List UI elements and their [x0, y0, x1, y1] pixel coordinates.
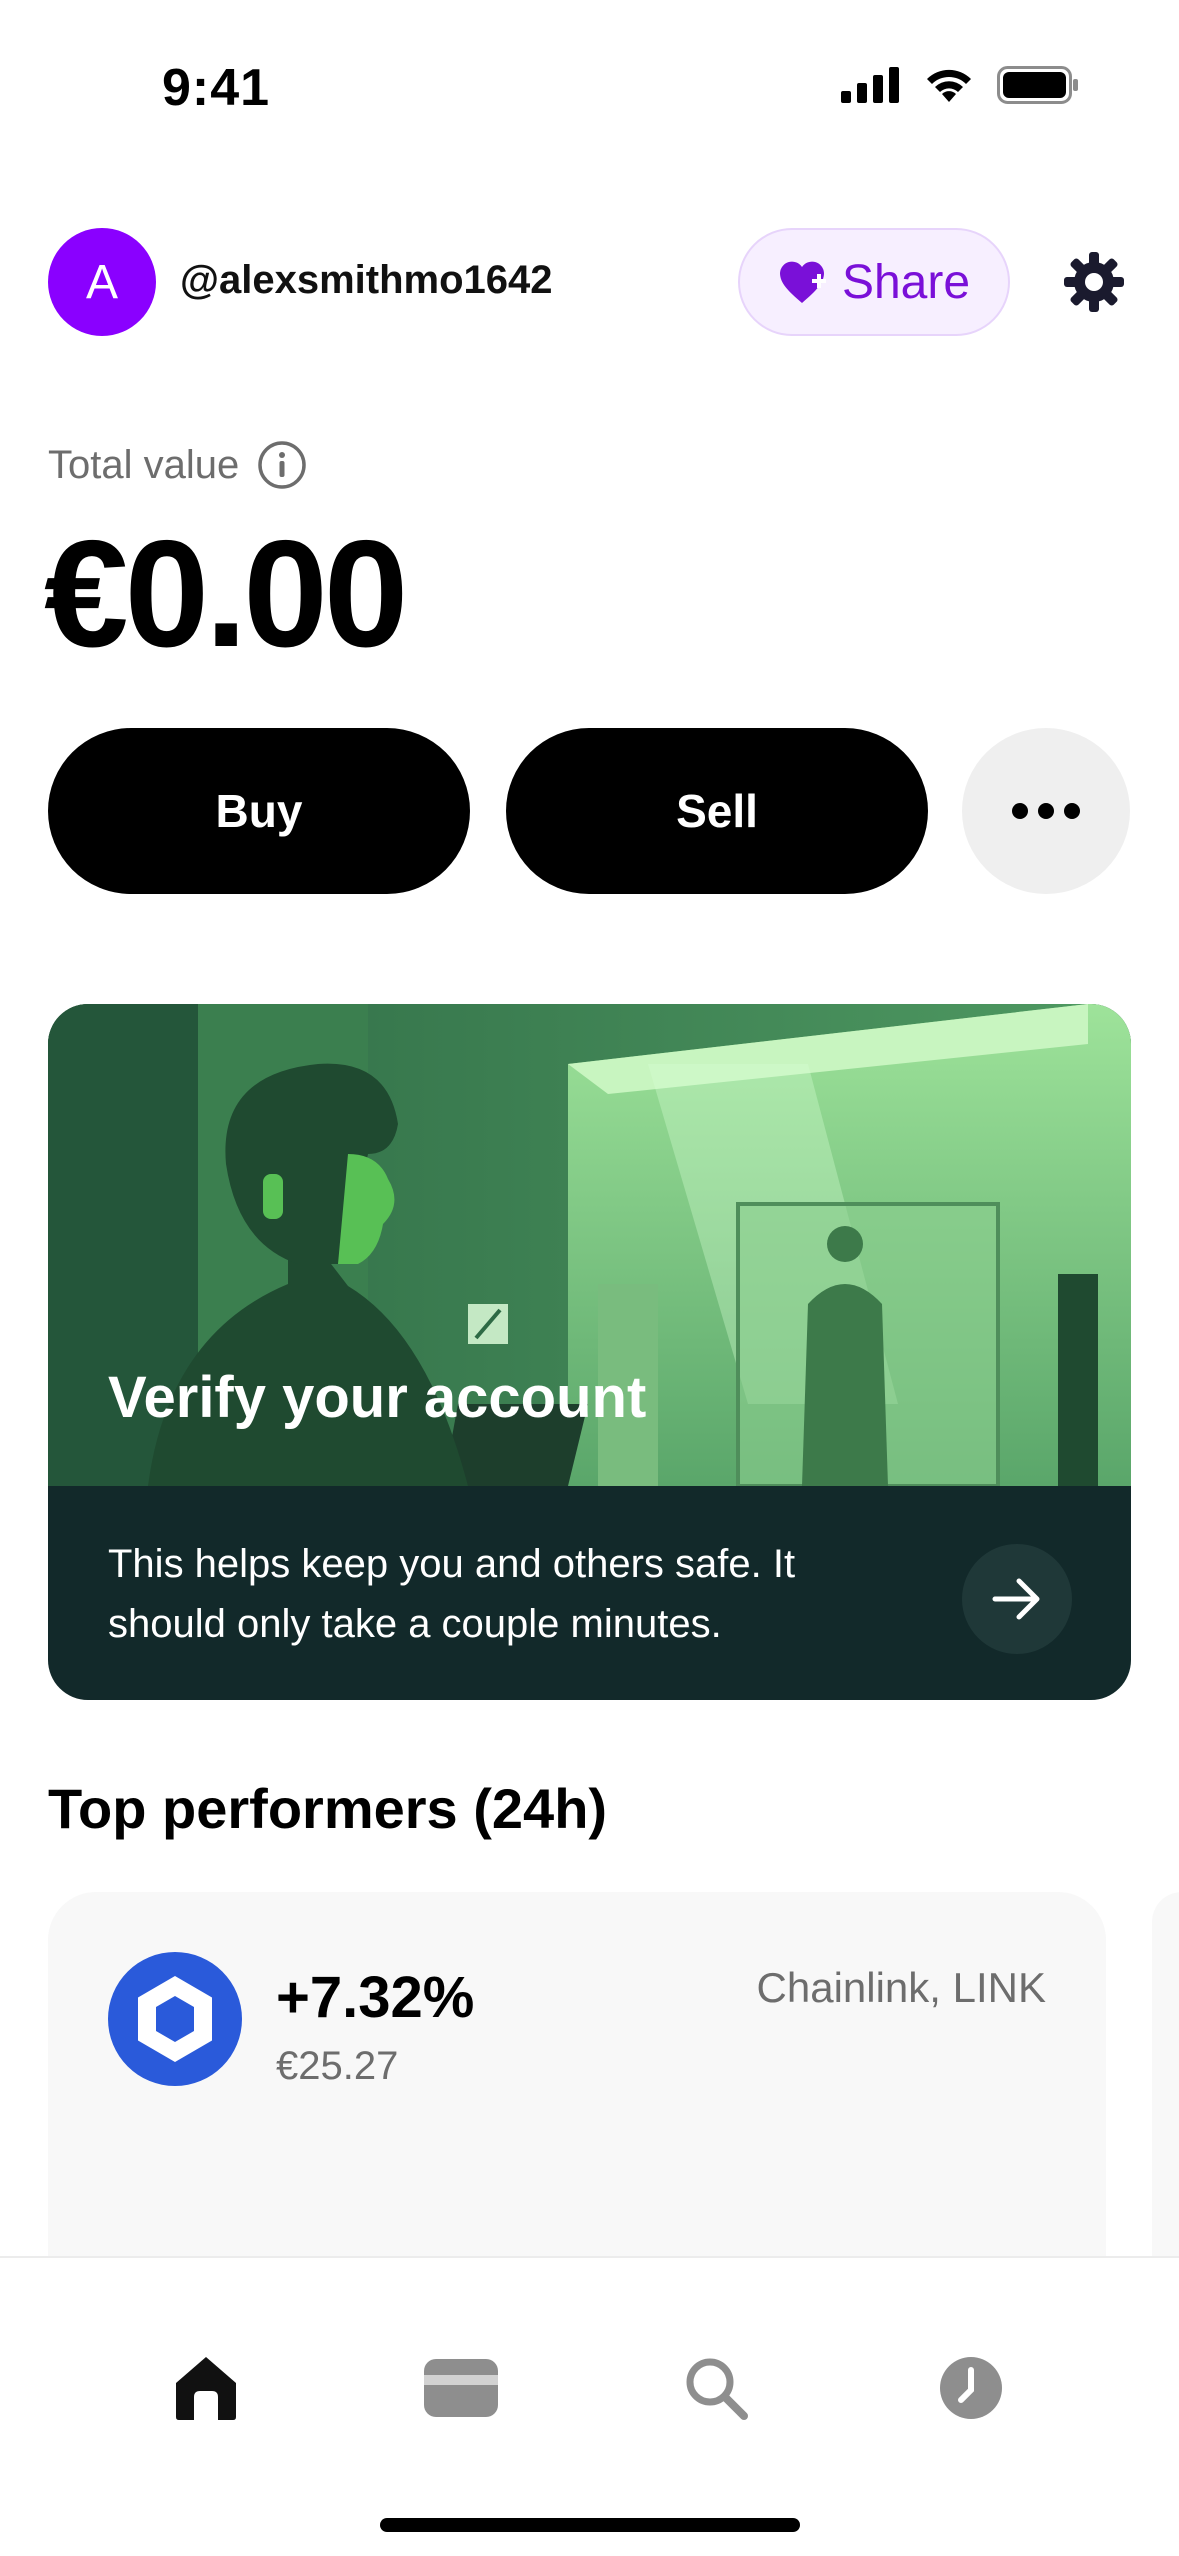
- performer-name: Chainlink, LINK: [756, 1964, 1046, 2011]
- total-value-amount: €0.00: [44, 509, 408, 679]
- heart-plus-icon: [779, 261, 826, 303]
- total-value-text: Total value: [48, 442, 240, 487]
- cellular-signal-icon: [841, 67, 899, 103]
- status-bar: 9:41: [0, 0, 1179, 150]
- clock-icon: [940, 2357, 1002, 2419]
- verify-arrow-button[interactable]: [962, 1544, 1072, 1654]
- tab-cards[interactable]: [411, 2338, 511, 2438]
- top-performers-title: Top performers (24h): [48, 1777, 608, 1840]
- more-dots-icon: [1012, 803, 1028, 819]
- more-button[interactable]: [962, 728, 1130, 894]
- sell-button[interactable]: Sell: [506, 728, 928, 894]
- card-icon: [424, 2359, 498, 2417]
- share-label: Share: [841, 255, 971, 309]
- chainlink-logo-icon: [108, 1952, 242, 2086]
- tab-search[interactable]: [666, 2338, 766, 2438]
- verify-account-card[interactable]: Verify your account This helps keep you …: [48, 1004, 1131, 1700]
- verify-description: This helps keep you and others safe. It …: [108, 1542, 796, 1646]
- status-icons: [841, 66, 1079, 104]
- profile-header: A @alexsmithmo1642 Share: [48, 228, 1131, 336]
- total-value-label: Total value: [48, 440, 307, 490]
- battery-icon: [997, 66, 1078, 104]
- tab-bar: [0, 2256, 1179, 2556]
- home-indicator: [380, 2518, 800, 2532]
- buy-button[interactable]: Buy: [48, 728, 470, 894]
- tab-activity[interactable]: [921, 2338, 1021, 2438]
- search-icon: [686, 2358, 748, 2420]
- arrow-right-icon: [992, 1578, 1040, 1620]
- share-button[interactable]: Share: [738, 228, 1010, 336]
- home-icon: [176, 2357, 236, 2420]
- status-time: 9:41: [162, 59, 271, 117]
- info-icon[interactable]: [257, 440, 307, 490]
- verify-title: Verify your account: [108, 1365, 647, 1430]
- performer-change: +7.32%: [276, 1965, 475, 2030]
- username[interactable]: @alexsmithmo1642: [180, 258, 553, 303]
- avatar[interactable]: A: [48, 228, 156, 336]
- wifi-icon: [927, 69, 971, 102]
- performer-price: €25.27: [276, 2044, 399, 2088]
- gear-icon[interactable]: [1062, 250, 1126, 314]
- tab-home[interactable]: [156, 2338, 256, 2438]
